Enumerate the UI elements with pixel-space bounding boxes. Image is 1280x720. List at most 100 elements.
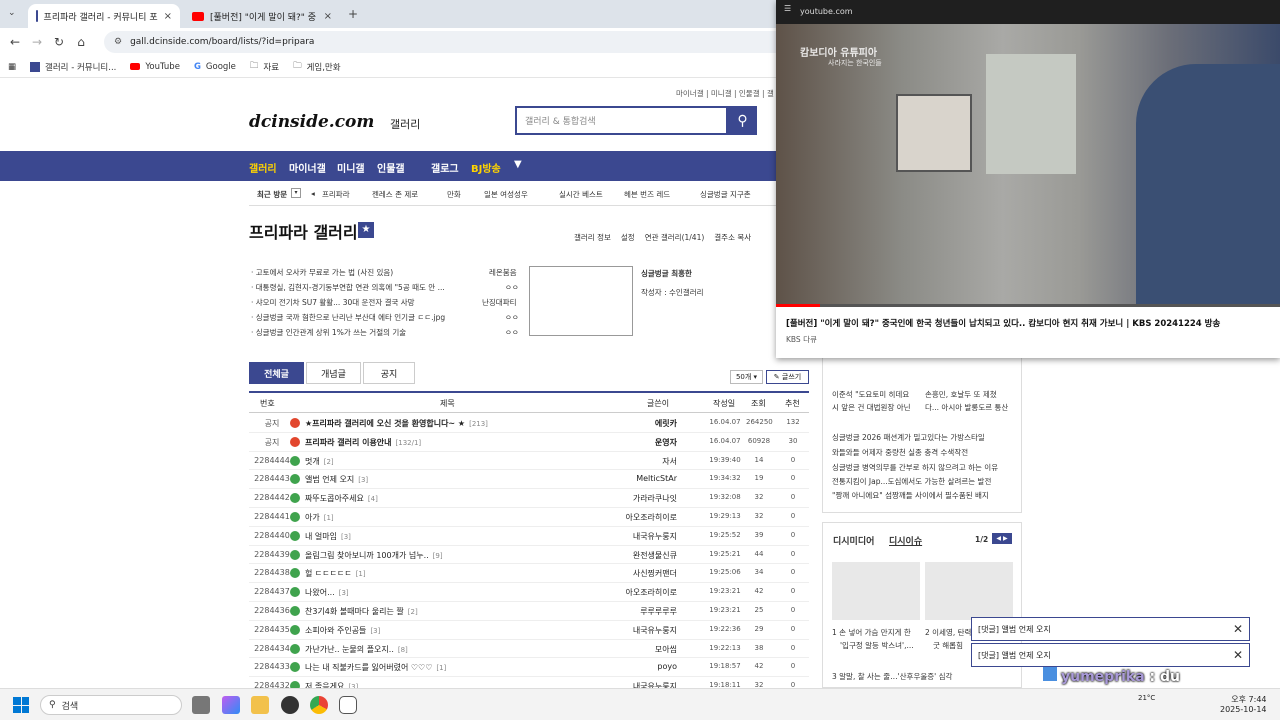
post-title-cell[interactable]: 짜뚜도콥아주세요 [4] xyxy=(305,493,378,504)
table-row[interactable]: 2284437 나왔어... [3] 아오조라히이로 19:23:21 42 0 xyxy=(249,583,809,602)
post-title-cell[interactable]: 소피아와 주인공들 [3] xyxy=(305,625,380,636)
copy-address-link[interactable]: 결주소 복사 xyxy=(714,232,751,243)
bookmark-folder-data[interactable]: 🗀 자료 xyxy=(250,60,279,74)
tab-concept-posts[interactable]: 개념글 xyxy=(306,362,361,384)
post-title[interactable]: 헐 ㄷㄷㄷㄷㄷ xyxy=(305,569,352,578)
favorite-star-icon[interactable]: ★ xyxy=(358,222,374,238)
post-title-cell[interactable]: 내 얼마임 [3] xyxy=(305,531,351,542)
table-row[interactable]: 2284433 나는 내 직불카드를 잃어버렸어 ♡♡♡ [1] poyo 19:18:… xyxy=(249,658,809,678)
comment-count[interactable]: [8] xyxy=(398,646,408,654)
post-title-cell[interactable]: ★프리파라 갤러리에 오신 것을 환영합니다~ ★ [213] xyxy=(305,418,488,429)
post-title[interactable]: 내 얼마임 xyxy=(305,532,337,541)
close-icon[interactable]: ✕ xyxy=(1233,648,1243,662)
table-row[interactable]: 2284443 앨범 언제 오지 [3] MelticStAr 19:34:32 19 0 xyxy=(249,470,809,490)
prev-icon[interactable]: ◂ xyxy=(311,189,315,198)
new-tab-icon[interactable]: + xyxy=(348,7,358,21)
comment-count[interactable]: [213] xyxy=(469,420,488,428)
site-logo[interactable]: dcinside.com xyxy=(249,112,374,132)
recent-item[interactable]: 실시간 베스트 xyxy=(559,189,603,200)
news-item[interactable]: · 싱글벙글 인간관계 상위 1%가 쓰는 거절의 기술 xyxy=(251,327,406,338)
post-title[interactable]: ★프리파라 갤러리에 오신 것을 환영합니다~ ★ xyxy=(305,419,465,428)
tab-pripara[interactable]: 프리파라 갤러리 - 커뮤니티 포 × xyxy=(28,4,180,28)
post-writer[interactable]: 가라라쿠나잇 xyxy=(587,493,677,504)
comment-count[interactable]: [4] xyxy=(368,495,378,503)
related-gallery-link[interactable]: 연관 갤러리(1/41) xyxy=(645,232,705,243)
post-writer[interactable]: 아오조라히이로 xyxy=(587,587,677,598)
forward-icon[interactable]: → xyxy=(26,35,48,49)
table-row[interactable]: 공지 ★프리파라 갤러리에 오신 것을 환영합니다~ ★ [213] 에릿카 16.04… xyxy=(249,414,809,433)
recent-item[interactable]: 헤븐 번즈 레드 xyxy=(624,189,670,200)
pip-video[interactable]: 캄보디아 유튜피아 사라지는 한국인들 xyxy=(776,24,1280,306)
weather-temp[interactable]: 21°C xyxy=(1138,694,1155,702)
comment-count[interactable]: [1] xyxy=(436,664,446,672)
feature-image[interactable] xyxy=(529,266,633,336)
file-explorer-icon[interactable] xyxy=(251,696,269,714)
table-row[interactable]: 2284434 가난가난.. 눈물의 플오지.. [8] 모아씹 19:22:13 38 0 xyxy=(249,640,809,659)
post-title-cell[interactable]: 앨범 언제 오지 [3] xyxy=(305,474,368,485)
nav-mini[interactable]: 미니갤 xyxy=(337,160,365,175)
pip-video-title[interactable]: [풀버전] "이게 말이 돼?" 중국인에 한국 청년들이 납치되고 있다.. … xyxy=(786,317,1220,329)
media-caption[interactable]: 1 손 넣어 가슴 만지게 한 xyxy=(832,627,911,638)
post-writer[interactable]: 자서 xyxy=(587,456,677,467)
post-writer[interactable]: 루루루루루 xyxy=(587,606,677,617)
recent-item[interactable]: 일본 여성성우 xyxy=(484,189,528,200)
top-links[interactable]: 마이너갤 | 미니갤 | 인물갤 | 갤 xyxy=(676,88,774,99)
side-text-item[interactable]: 싱글벙글 2026 패션계가 밀고있다는 가방스타일 xyxy=(832,432,985,443)
table-row[interactable]: 2284440 내 얼마임 [3] 내국유누룽지 19:25:52 39 0 xyxy=(249,527,809,546)
table-row[interactable]: 2284444 멋개 [2] 자서 19:39:40 14 0 xyxy=(249,452,809,471)
table-row[interactable]: 2284438 헐 ㄷㄷㄷㄷㄷ [1] 사신찡커맨더 19:25:06 34 0 xyxy=(249,564,809,584)
post-title[interactable]: 올림그림 찾아보니까 100개가 넘누.. xyxy=(305,551,429,560)
search-icon[interactable]: ⚲ xyxy=(728,106,757,135)
post-writer[interactable]: 내국유누룽지 xyxy=(587,531,677,542)
nav-more-icon[interactable]: ▼ xyxy=(514,159,522,170)
gallery-info-link[interactable]: 갤러리 정보 xyxy=(574,232,611,243)
table-row[interactable]: 2284441 아가 [1] 아오조라히이로 19:29:13 32 0 xyxy=(249,508,809,527)
side-text-item[interactable]: "짱깨 아니에요" 섬짱깨들 사이에서 필수품된 배지 xyxy=(832,490,989,501)
tab-search-icon[interactable]: ⌄ xyxy=(8,8,16,18)
media-pager-icon[interactable]: ◀ ▶ xyxy=(992,533,1012,544)
post-writer[interactable]: poyo xyxy=(587,662,677,671)
table-row[interactable]: 공지 프리파라 갤러리 이용안내 [132/1] 운영자 16.04.07 60928 30 xyxy=(249,433,809,452)
recent-item[interactable]: 싱글벙글 지구촌 xyxy=(700,189,751,200)
nav-gallery[interactable]: 갤러리 xyxy=(249,160,277,175)
apps-icon[interactable]: ▦ xyxy=(8,62,16,72)
media-thumbnail[interactable] xyxy=(832,562,920,620)
post-title[interactable]: 찬3기4화 볼때마다 울리는 짤 xyxy=(305,607,404,616)
gallery-search-input[interactable]: 갤러리 & 통합검색 xyxy=(515,106,728,135)
side-news-item[interactable]: 다... 아시아 발롱도르 통산 xyxy=(925,402,1008,413)
nav-person[interactable]: 인물갤 xyxy=(377,160,405,175)
post-writer[interactable]: 사신찡커맨더 xyxy=(587,568,677,579)
post-writer[interactable]: 에릿카 xyxy=(587,418,677,429)
post-writer[interactable]: 모아씹 xyxy=(587,644,677,655)
side-text-item[interactable]: 와들와들 어제자 중량천 실종 충격 수색작전 xyxy=(832,447,968,458)
nav-bj[interactable]: BJ방송 xyxy=(471,160,501,175)
side-news-item[interactable]: 손흥민, 호날두 또 제쳤 xyxy=(925,389,997,400)
bookmark-gallery[interactable]: 갤러리 - 커뮤니티... xyxy=(30,61,116,73)
news-item[interactable]: · 샤오미 전기차 SU7 활활... 30대 운전자 결국 사망 xyxy=(251,297,415,308)
post-title[interactable]: 앨범 언제 오지 xyxy=(305,475,354,484)
tab-dc-issue[interactable]: 디시이슈 xyxy=(889,534,922,547)
tab-all-posts[interactable]: 전체글 xyxy=(249,362,304,384)
comment-count[interactable]: [9] xyxy=(433,552,443,560)
comment-count[interactable]: [1] xyxy=(324,514,334,522)
obs-icon[interactable] xyxy=(281,696,299,714)
comment-count[interactable]: [3] xyxy=(358,476,368,484)
windows-start-icon[interactable] xyxy=(13,697,29,713)
recent-item[interactable]: 젠레스 존 제로 xyxy=(372,189,418,200)
chat-app-icon[interactable] xyxy=(339,696,357,714)
post-title[interactable]: 소피아와 주인공들 xyxy=(305,626,366,635)
post-writer[interactable]: 완전생물신큐 xyxy=(587,550,677,561)
reload-icon[interactable]: ↻ xyxy=(48,35,70,49)
post-title-cell[interactable]: 나왔어... [3] xyxy=(305,587,349,598)
task-view-icon[interactable] xyxy=(192,696,210,714)
post-title[interactable]: 짜뚜도콥아주세요 xyxy=(305,494,364,503)
post-title-cell[interactable]: 헐 ㄷㄷㄷㄷㄷ [1] xyxy=(305,568,366,579)
post-title-cell[interactable]: 프리파라 갤러리 이용안내 [132/1] xyxy=(305,437,421,448)
taskbar-search-input[interactable]: ⚲ 검색 xyxy=(40,695,182,715)
side-news-item[interactable]: 이준석 "도요토미 히데요 xyxy=(832,389,909,400)
recent-item[interactable]: 만화 xyxy=(447,189,461,200)
post-writer[interactable]: 아오조라히이로 xyxy=(587,512,677,523)
per-page-select[interactable]: 50개 ▾ xyxy=(730,370,763,384)
post-title-cell[interactable]: 아가 [1] xyxy=(305,512,334,523)
post-title[interactable]: 가난가난.. 눈물의 플오지.. xyxy=(305,645,394,654)
